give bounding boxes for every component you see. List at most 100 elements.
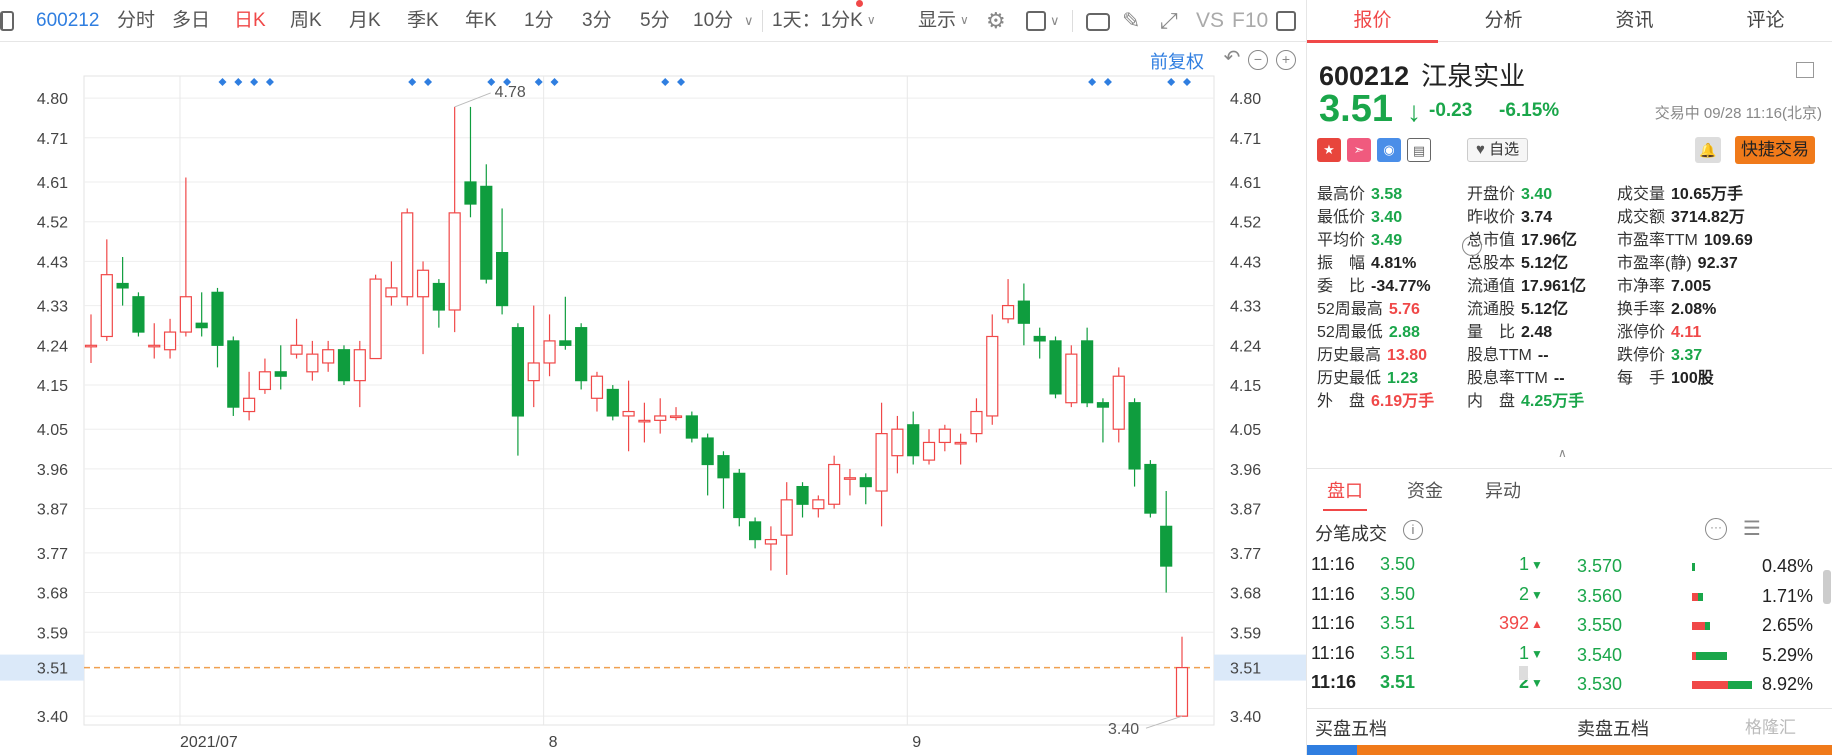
- price-change-pct: -6.15%: [1499, 100, 1560, 121]
- stat-value: 3.37: [1671, 347, 1703, 364]
- subtab-orderbook[interactable]: 盘口: [1323, 477, 1367, 511]
- candlestick-chart[interactable]: 4.80 4.80 4.71 4.71 4.61 4.61 4.52 4.52 4.43 4.43…: [0, 42, 1306, 755]
- stat-label: 流通值: [1467, 278, 1516, 295]
- trade-time: 11:16: [1311, 672, 1357, 692]
- subtab-movement[interactable]: 异动: [1485, 477, 1521, 503]
- watch-label: 自选: [1489, 141, 1520, 158]
- candle-body: [1017, 300, 1030, 324]
- stat-label: 委 比: [1317, 278, 1366, 295]
- tag-icon[interactable]: ◉: [1377, 138, 1401, 162]
- trades-scrollbar[interactable]: [1823, 570, 1831, 604]
- candle-body: [1160, 525, 1173, 567]
- scroll-indicator[interactable]: [1519, 666, 1528, 680]
- runner-icon[interactable]: ➣: [1347, 138, 1371, 162]
- draw-pencil-icon[interactable]: ✎: [1122, 0, 1140, 42]
- trade-down-triangle-icon: ▼: [1531, 558, 1543, 572]
- camera-icon[interactable]: [1086, 13, 1110, 31]
- compare-vs-button[interactable]: VS: [1196, 0, 1224, 42]
- y-tick-label-left: 4.05: [37, 422, 68, 439]
- indicator-square-icon[interactable]: [1026, 11, 1046, 31]
- stat-value: 4.25万手: [1521, 393, 1585, 410]
- dist-pct: 2.65%: [1761, 615, 1813, 635]
- stat-value: 10.65万手: [1671, 186, 1744, 203]
- tab-analysis[interactable]: 分析: [1438, 0, 1569, 42]
- tab-news[interactable]: 资讯: [1569, 0, 1700, 42]
- subtab-capital[interactable]: 资金: [1407, 477, 1443, 503]
- zoom-in-icon[interactable]: +: [1276, 50, 1296, 70]
- dist-price: 3.560: [1577, 585, 1623, 606]
- tab-comments[interactable]: 评论: [1700, 0, 1831, 42]
- alert-bell-icon[interactable]: 🔔: [1695, 137, 1721, 163]
- candle-body: [496, 251, 509, 307]
- stat-item: 成交量 10.65万手: [1617, 180, 1743, 203]
- event-diamond-icon: [424, 78, 433, 86]
- trade-price: 3.51: [1380, 672, 1416, 692]
- period-tab-multiday[interactable]: 多日: [172, 0, 210, 42]
- period-tab-intraday[interactable]: 分时: [117, 0, 155, 42]
- candle-body: [986, 335, 999, 417]
- period-more-chevron-icon[interactable]: ∨: [744, 0, 754, 42]
- stat-label: 成交量: [1617, 186, 1666, 203]
- period-tab-daily[interactable]: 日K: [234, 0, 266, 42]
- display-menu[interactable]: 显示 ∨: [918, 0, 969, 42]
- bookmark-icon[interactable]: ▤: [1407, 138, 1431, 162]
- high-pointer-line: [454, 92, 491, 108]
- y-tick-label-right: 4.24: [1230, 338, 1261, 355]
- stat-value: 92.37: [1697, 255, 1738, 272]
- candle-body: [511, 327, 525, 417]
- candle-body: [1175, 667, 1189, 717]
- panel-toggle-icon[interactable]: [1276, 11, 1296, 31]
- collapse-chevron-up-icon[interactable]: ∧: [1558, 446, 1567, 460]
- undo-icon[interactable]: ↶: [1222, 48, 1242, 70]
- stat-value: 4.11: [1671, 324, 1702, 341]
- candle-body: [100, 274, 113, 338]
- stat-value: 5.12亿: [1521, 301, 1569, 318]
- settings-gear-icon[interactable]: ⚙: [986, 0, 1006, 42]
- dist-bar-buy: [1692, 681, 1728, 689]
- list-view-icon[interactable]: ☰: [1743, 516, 1761, 541]
- period-tab-1min[interactable]: 1分: [524, 0, 554, 42]
- add-watchlist-button[interactable]: ♥ 自选: [1467, 138, 1529, 162]
- candle-body: [480, 185, 493, 280]
- fullscreen-icon[interactable]: ⤢: [1160, 0, 1178, 42]
- stat-value: 2.48: [1521, 324, 1553, 341]
- stat-value: 5.12亿: [1521, 255, 1569, 272]
- kline-chart-area[interactable]: 4.80 4.80 4.71 4.71 4.61 4.61 4.52 4.52 4.43 4.43…: [0, 42, 1306, 755]
- event-diamond-icon: [265, 78, 274, 86]
- y-tick-label-right: 4.33: [1230, 299, 1261, 316]
- fast-trade-button[interactable]: 快捷交易: [1735, 136, 1815, 164]
- trade-price: 3.50: [1380, 554, 1416, 574]
- zoom-out-icon[interactable]: −: [1248, 50, 1268, 70]
- dist-price: 3.540: [1577, 644, 1623, 665]
- candle-body: [243, 397, 256, 413]
- period-tab-3min[interactable]: 3分: [582, 0, 612, 42]
- adjust-price-button[interactable]: 前复权: [1150, 48, 1204, 74]
- tab-quote[interactable]: 报价: [1307, 0, 1438, 43]
- watermark-logo: 格隆汇: [1745, 718, 1796, 737]
- period-tab-10min[interactable]: 10分: [693, 0, 733, 42]
- stat-item: 市盈率TTM 109.69: [1617, 226, 1753, 249]
- list-icon[interactable]: [1796, 62, 1814, 78]
- period-tab-weekly[interactable]: 周K: [290, 0, 322, 42]
- period-tab-yearly[interactable]: 年K: [465, 0, 497, 42]
- order-book: 买盘五档 卖盘五档 格隆汇: [1307, 708, 1832, 755]
- candle-body: [353, 349, 366, 382]
- chevron-down-icon[interactable]: ∨: [1050, 0, 1060, 42]
- f10-button[interactable]: F10: [1232, 0, 1268, 42]
- stat-item: 平均价 3.49: [1317, 226, 1402, 249]
- period-tab-5min[interactable]: 5分: [640, 0, 670, 42]
- stat-label: 市盈率(静): [1617, 255, 1692, 272]
- period-tab-monthly[interactable]: 月K: [349, 0, 381, 42]
- more-options-icon[interactable]: ···: [1462, 236, 1482, 256]
- trade-row: 11:16 3.50 2 ▼ 3.560 1.71%: [1307, 582, 1832, 610]
- event-diamond-icon: [1167, 78, 1176, 86]
- stat-label: 历史最高: [1317, 347, 1382, 364]
- info-icon[interactable]: i: [1403, 520, 1423, 540]
- dist-pct: 0.48%: [1761, 556, 1813, 576]
- period-tab-quarterly[interactable]: 季K: [407, 0, 439, 42]
- more-options-icon[interactable]: ···: [1705, 518, 1727, 540]
- event-diamond-icon: [534, 78, 543, 86]
- sidebar-toggle-icon[interactable]: [0, 11, 14, 31]
- event-diamond-icon: [1103, 78, 1112, 86]
- stat-label: 最高价: [1317, 186, 1366, 203]
